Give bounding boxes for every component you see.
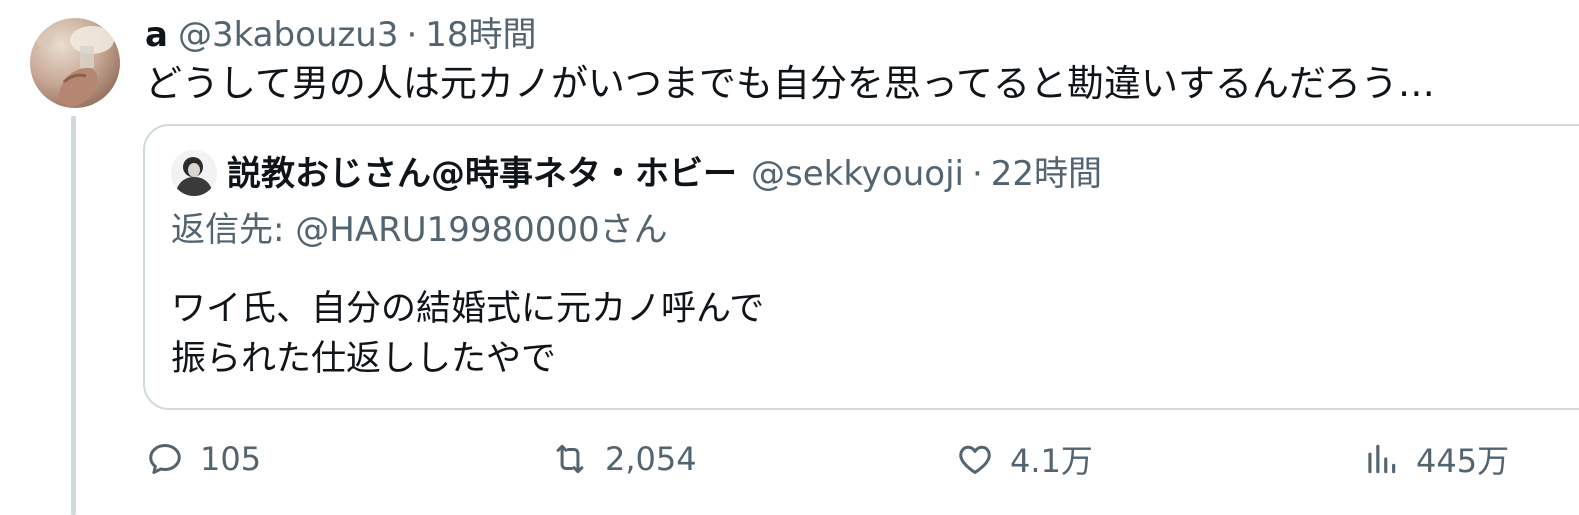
reply-button[interactable]: 105	[146, 436, 261, 482]
retweet-button[interactable]: 2,054	[551, 436, 697, 482]
heart-icon	[959, 445, 991, 474]
author-name[interactable]: a	[145, 14, 168, 56]
retweet-count: 2,054	[605, 440, 697, 478]
author-avatar[interactable]	[30, 18, 120, 108]
quoted-text-line: ワイ氏、自分の結婚式に元カノ呼んで	[171, 289, 765, 329]
like-button[interactable]: 4.1万	[956, 436, 1093, 482]
quoted-tweet-text: ワイ氏、自分の結婚式に元カノ呼んで 振られた仕返ししたやで	[171, 284, 764, 384]
tweet-timestamp[interactable]: 18時間	[425, 14, 536, 56]
quoted-reply-to: 返信先: @HARU19980000さん	[171, 210, 668, 250]
tweet-header: a @3kabouzu3 · 18時間	[145, 14, 537, 56]
retweet-arrows-icon	[556, 444, 584, 474]
reply-count: 105	[200, 440, 262, 478]
quoted-text-line: 振られた仕返ししたやで	[171, 339, 557, 379]
quoted-avatar-image	[171, 150, 217, 196]
thread-line	[71, 116, 76, 515]
quoted-tweet-card[interactable]: 説教おじさん@時事ネタ・ホビー @sekkyouoji · 22時間 返信先: …	[143, 124, 1579, 410]
speech-bubble-icon	[149, 444, 181, 474]
author-handle[interactable]: @3kabouzu3	[178, 14, 399, 56]
tweet-text: どうして男の人は元カノがいつまでも自分を思ってると勘違いするんだろう…	[145, 62, 1435, 105]
quoted-header-separator: ·	[971, 154, 983, 194]
like-count: 4.1万	[1010, 442, 1093, 480]
quoted-author-handle: @sekkyouoji	[751, 154, 964, 194]
header-separator: ·	[406, 15, 418, 55]
bar-chart-icon	[1368, 444, 1396, 474]
quoted-tweet-timestamp: 22時間	[990, 154, 1103, 194]
quoted-author-avatar	[171, 150, 217, 196]
quoted-tweet-header: 説教おじさん@時事ネタ・ホビー @sekkyouoji · 22時間	[227, 150, 1102, 198]
views-count: 445万	[1416, 442, 1510, 480]
author-avatar-image	[34, 26, 114, 108]
views-button[interactable]: 445万	[1362, 436, 1509, 482]
quoted-author-name: 説教おじさん@時事ネタ・ホビー	[227, 154, 737, 194]
